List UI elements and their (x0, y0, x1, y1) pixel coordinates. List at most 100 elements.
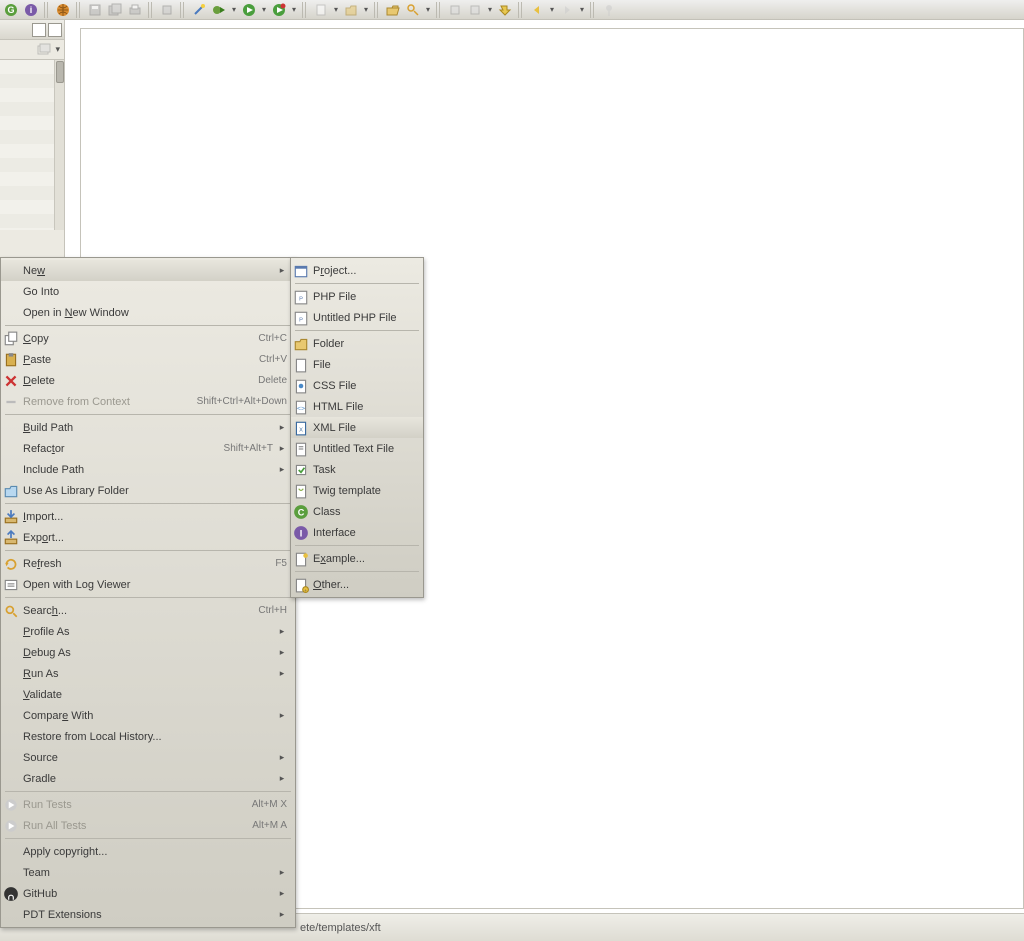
new-xml[interactable]: XML File (291, 417, 423, 438)
info-icon[interactable] (22, 1, 40, 19)
submenu-arrow-icon: ▸ (277, 647, 287, 658)
maximize-icon[interactable] (48, 23, 62, 37)
ctx-go-into[interactable]: Go Into (1, 281, 295, 302)
ctx-pdt-ext[interactable]: PDT Extensions▸ (1, 904, 295, 925)
fwd-icon[interactable] (558, 1, 576, 19)
minimize-icon[interactable] (32, 23, 46, 37)
dropdown-arrow-icon[interactable]: ▾ (230, 1, 238, 19)
ctx-refactor[interactable]: RefactorShift+Alt+T▸ (1, 438, 295, 459)
ctx-open-new-window[interactable]: Open in New Window (1, 302, 295, 323)
ctx-include-path[interactable]: Include Path▸ (1, 459, 295, 480)
ctx-new[interactable]: New▸ (1, 260, 295, 281)
ctx-team[interactable]: Team▸ (1, 862, 295, 883)
ctx-apply-copyright[interactable]: Apply copyright... (1, 841, 295, 862)
search-icon[interactable] (404, 1, 422, 19)
logview-icon (3, 577, 19, 593)
run-icon[interactable] (240, 1, 258, 19)
ctx-delete[interactable]: DeleteDelete (1, 370, 295, 391)
view-menu-icon[interactable]: ▾ (55, 44, 60, 55)
side-panel-tree[interactable] (0, 60, 64, 230)
dropdown-arrow-icon[interactable]: ▾ (548, 1, 556, 19)
menu-separator (5, 791, 291, 792)
ctx-lib-folder[interactable]: Use As Library Folder (1, 480, 295, 501)
menu-label: Restore from Local History... (23, 731, 287, 743)
dropdown-arrow-icon[interactable]: ▾ (332, 1, 340, 19)
dropdown-arrow-icon[interactable]: ▾ (260, 1, 268, 19)
globe-icon[interactable] (54, 1, 72, 19)
txt-icon (293, 441, 309, 457)
new-twig[interactable]: Twig template (291, 480, 423, 501)
ctx-debug-as[interactable]: Debug As▸ (1, 642, 295, 663)
dropdown-arrow-icon[interactable]: ▾ (486, 1, 494, 19)
blank-icon (3, 750, 19, 766)
prev-icon[interactable] (446, 1, 464, 19)
new-interface[interactable]: Interface (291, 522, 423, 543)
scrollbar[interactable] (54, 60, 64, 230)
menu-label: Example... (313, 553, 415, 565)
new-example[interactable]: Example... (291, 548, 423, 569)
menu-separator (5, 838, 291, 839)
save-all-icon[interactable] (106, 1, 124, 19)
dropdown-arrow-icon[interactable]: ▾ (362, 1, 370, 19)
new-other[interactable]: Other... (291, 574, 423, 595)
g-icon[interactable] (2, 1, 20, 19)
new-file-icon[interactable] (312, 1, 330, 19)
ctx-compare-with[interactable]: Compare With▸ (1, 705, 295, 726)
print-icon[interactable] (126, 1, 144, 19)
ctx-restore-history[interactable]: Restore from Local History... (1, 726, 295, 747)
ctx-profile-as[interactable]: Profile As▸ (1, 621, 295, 642)
ext-run-icon[interactable] (270, 1, 288, 19)
collapse-icon[interactable] (37, 43, 51, 57)
ctx-import[interactable]: Import... (1, 506, 295, 527)
scrollbar-thumb[interactable] (56, 61, 64, 83)
ctx-copy[interactable]: CopyCtrl+C (1, 328, 295, 349)
new-folder[interactable]: Folder (291, 333, 423, 354)
ctx-run-as[interactable]: Run As▸ (1, 663, 295, 684)
dropdown-arrow-icon[interactable]: ▾ (290, 1, 298, 19)
ctx-source[interactable]: Source▸ (1, 747, 295, 768)
ctx-build-path[interactable]: Build Path▸ (1, 417, 295, 438)
ctx-search[interactable]: Search...Ctrl+H (1, 600, 295, 621)
new-untitled-php[interactable]: Untitled PHP File (291, 307, 423, 328)
search-icon (3, 603, 19, 619)
ctx-log-viewer[interactable]: Open with Log Viewer (1, 574, 295, 595)
toolbar-sep (436, 2, 442, 18)
menu-accelerator: F5 (263, 558, 287, 569)
new-class[interactable]: Class (291, 501, 423, 522)
wand-icon[interactable] (190, 1, 208, 19)
menu-label: Interface (313, 527, 415, 539)
back-icon[interactable] (528, 1, 546, 19)
menu-separator (295, 571, 419, 572)
xml-icon (293, 420, 309, 436)
new-php-file[interactable]: PHP File (291, 286, 423, 307)
menu-label: Untitled Text File (313, 443, 415, 455)
save-icon[interactable] (86, 1, 104, 19)
blank-icon (3, 907, 19, 923)
submenu-arrow-icon: ▸ (277, 752, 287, 763)
dropdown-arrow-icon[interactable]: ▾ (578, 1, 586, 19)
new-css[interactable]: CSS File (291, 375, 423, 396)
open-folder-icon[interactable] (384, 1, 402, 19)
ctx-validate[interactable]: Validate (1, 684, 295, 705)
ctx-refresh[interactable]: RefreshF5 (1, 553, 295, 574)
new-task[interactable]: Task (291, 459, 423, 480)
submenu-arrow-icon: ▸ (277, 265, 287, 276)
menu-label: Delete (23, 375, 242, 387)
new-file[interactable]: File (291, 354, 423, 375)
new-txt[interactable]: Untitled Text File (291, 438, 423, 459)
new-html[interactable]: HTML File (291, 396, 423, 417)
blank-icon (3, 844, 19, 860)
new-project[interactable]: Project... (291, 260, 423, 281)
dropdown-arrow-icon[interactable]: ▾ (424, 1, 432, 19)
ctx-gradle[interactable]: Gradle▸ (1, 768, 295, 789)
bug-run-icon[interactable] (210, 1, 228, 19)
next-icon[interactable] (466, 1, 484, 19)
pin-icon[interactable] (600, 1, 618, 19)
ctx-paste[interactable]: PasteCtrl+V (1, 349, 295, 370)
new-folder-icon[interactable] (342, 1, 360, 19)
ctx-export[interactable]: Export... (1, 527, 295, 548)
menu-accelerator: Ctrl+H (246, 605, 287, 616)
build-icon[interactable] (158, 1, 176, 19)
ctx-github[interactable]: GitHub▸ (1, 883, 295, 904)
step-icon[interactable] (496, 1, 514, 19)
